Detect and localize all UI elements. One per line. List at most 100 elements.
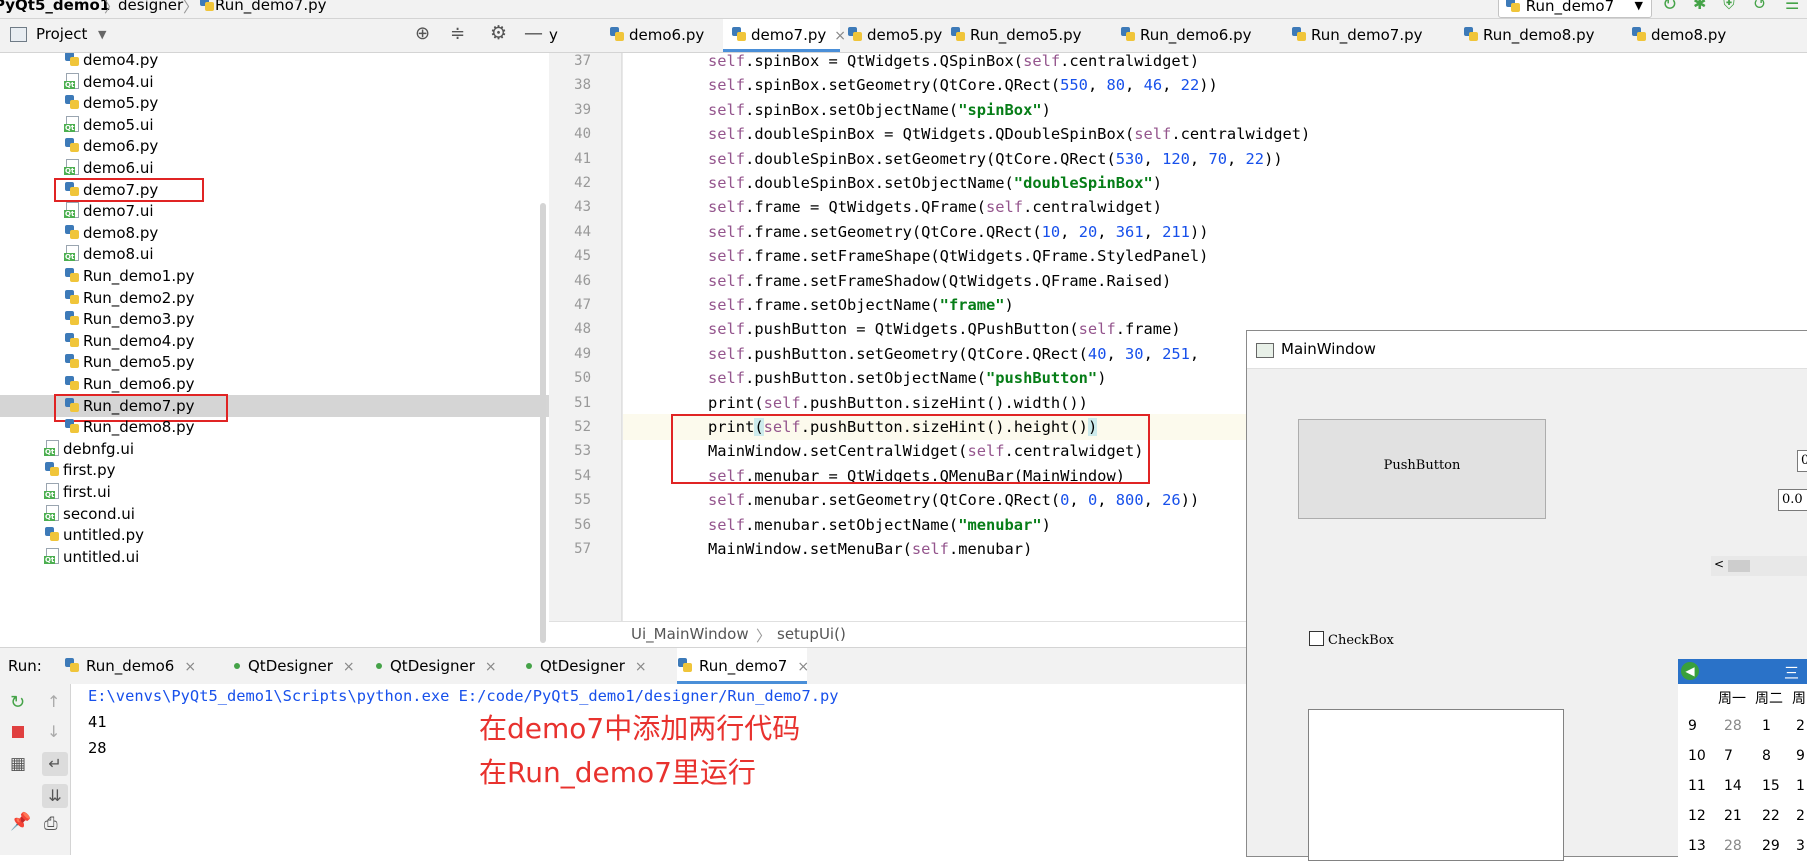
tree-item[interactable]: demo4.ui xyxy=(64,70,154,94)
calendar-day[interactable]: 7 xyxy=(1724,748,1733,764)
tab-label: demo7.py xyxy=(751,26,827,44)
run-tab[interactable]: QtDesigner × xyxy=(372,648,497,684)
editor-tab[interactable]: Run_demo5.py xyxy=(942,19,1097,52)
calendar-day[interactable]: 1 xyxy=(1796,778,1805,794)
project-title[interactable]: Project xyxy=(36,25,87,43)
code-token: .menubar) xyxy=(948,540,1033,558)
calendar-day[interactable]: 22 xyxy=(1762,808,1780,824)
editor-tab[interactable]: Run_demo8.py xyxy=(1455,19,1610,52)
collapse-all-icon[interactable]: ≑ xyxy=(450,23,465,44)
tree-scrollbar[interactable] xyxy=(540,203,546,643)
tree-item[interactable]: demo5.ui xyxy=(64,113,154,137)
breadcrumb-file[interactable]: Run_demo7.py xyxy=(199,0,327,14)
calendar-day[interactable]: 29 xyxy=(1762,838,1780,854)
spin-box[interactable]: 0 xyxy=(1797,450,1807,472)
tab-label: Run_demo7.py xyxy=(1311,26,1423,44)
calendar-day[interactable]: 2 xyxy=(1796,718,1805,734)
stop-icon[interactable] xyxy=(12,726,24,738)
gear-icon[interactable]: ⚙ xyxy=(490,22,507,44)
rerun-icon[interactable]: ↻ xyxy=(1662,0,1677,15)
coverage-icon[interactable]: ⛨ xyxy=(1723,0,1735,14)
editor-tab[interactable]: demo8.py xyxy=(1623,19,1733,52)
pin-icon[interactable]: 📌 xyxy=(10,812,31,832)
python-file-icon xyxy=(64,289,80,305)
breadcrumb-class[interactable]: Ui_MainWindow xyxy=(631,625,749,643)
scrollbar-thumb[interactable] xyxy=(1728,560,1750,572)
close-icon[interactable]: × xyxy=(797,659,809,675)
tree-item[interactable]: demo8.py xyxy=(64,221,158,245)
rerun-icon[interactable]: ↻ xyxy=(10,692,25,713)
run-tab[interactable]: QtDesigner × xyxy=(522,648,647,684)
code-token: self xyxy=(763,393,801,412)
close-icon[interactable]: × xyxy=(635,659,647,675)
tree-item[interactable]: first.py xyxy=(44,458,115,482)
run-tab[interactable]: Run_demo7 × xyxy=(677,648,809,684)
tree-item[interactable]: Run_demo3.py xyxy=(64,307,195,331)
tree-item-label: untitled.ui xyxy=(63,547,140,566)
calendar-day[interactable]: 1 xyxy=(1762,718,1771,734)
breadcrumb-folder[interactable]: designer xyxy=(118,0,183,14)
calendar-day[interactable]: 2 xyxy=(1796,808,1805,824)
run-tab[interactable]: QtDesigner × xyxy=(230,648,355,684)
tree-item[interactable]: untitled.ui xyxy=(44,545,139,569)
down-arrow-icon[interactable]: ↓ xyxy=(47,722,60,741)
calendar-day[interactable]: 3 xyxy=(1796,838,1805,854)
checkbox[interactable]: CheckBox xyxy=(1309,631,1394,648)
editor-tab[interactable]: Run_demo6.py xyxy=(1112,19,1267,52)
tree-item[interactable]: Run_demo5.py xyxy=(64,350,195,374)
concurrency-icon[interactable]: ☰ xyxy=(1785,0,1799,13)
close-icon[interactable]: × xyxy=(343,659,355,675)
calendar-day[interactable]: 15 xyxy=(1762,778,1780,794)
editor-tab[interactable]: demo6.py xyxy=(601,19,718,52)
tree-item[interactable]: Run_demo2.py xyxy=(64,286,195,310)
calendar-day[interactable]: 28 xyxy=(1724,838,1742,854)
soft-wrap-icon[interactable]: ↵ xyxy=(42,752,68,776)
chevron-down-icon[interactable]: ▼ xyxy=(98,28,106,41)
text-edit[interactable] xyxy=(1308,709,1564,861)
horizontal-scrollbar[interactable]: < xyxy=(1711,556,1807,576)
tree-item[interactable]: debnfg.ui xyxy=(44,437,134,461)
calendar-day[interactable]: 21 xyxy=(1724,808,1742,824)
profile-icon[interactable]: ↺ xyxy=(1753,0,1766,13)
tree-item[interactable]: Run_demo4.py xyxy=(64,329,195,353)
calendar-day[interactable]: 9 xyxy=(1796,748,1805,764)
tree-item[interactable]: Run_demo6.py xyxy=(64,372,195,396)
run-config-dropdown[interactable]: Run_demo7 ▼ xyxy=(1498,0,1652,18)
layout-icon[interactable]: ▦ xyxy=(10,754,26,774)
scroll-to-end-icon[interactable]: ⇊ xyxy=(42,784,68,808)
calendar-day[interactable]: 8 xyxy=(1762,748,1771,764)
run-tab[interactable]: Run_demo6 × xyxy=(64,648,205,684)
tree-item[interactable]: demo7.ui xyxy=(64,199,154,223)
tree-item[interactable]: demo6.py xyxy=(64,134,158,158)
up-arrow-icon[interactable]: ↑ xyxy=(47,692,60,711)
editor-tab[interactable]: demo7.py × xyxy=(723,19,846,52)
tree-item[interactable]: Run_demo1.py xyxy=(64,264,195,288)
tree-item[interactable]: second.ui xyxy=(44,502,135,526)
calendar-widget[interactable]: ◀ 三月 周一 周二周 9 28 1 2 10 7 8 9 11 14 15 1 12 21 22 2 13 28 2… xyxy=(1678,659,1807,859)
tree-item[interactable]: untitled.py xyxy=(44,523,144,547)
close-icon[interactable]: × xyxy=(485,659,497,675)
scroll-left-icon[interactable]: < xyxy=(1714,557,1724,571)
breadcrumb-project[interactable]: PyQt5_demo1 xyxy=(0,0,110,14)
print-icon[interactable]: ⎙ xyxy=(44,814,58,834)
debug-icon[interactable]: ✱ xyxy=(1693,0,1706,13)
calendar-day[interactable]: 28 xyxy=(1724,718,1742,734)
tree-item[interactable]: demo8.ui xyxy=(64,242,154,266)
calendar-day[interactable]: 14 xyxy=(1724,778,1742,794)
tree-item[interactable]: Run_demo8.py xyxy=(64,415,195,439)
editor-tab[interactable]: Run_demo7.py xyxy=(1283,19,1438,52)
previous-month-icon[interactable]: ◀ xyxy=(1681,662,1699,680)
code-token: 46 xyxy=(1143,76,1163,95)
locate-icon[interactable]: ⊕ xyxy=(415,23,430,44)
tree-item[interactable]: demo5.py xyxy=(64,91,158,115)
python-file-icon xyxy=(199,0,215,12)
qt-window-titlebar[interactable]: MainWindow xyxy=(1247,331,1807,369)
push-button[interactable]: PushButton xyxy=(1298,419,1546,519)
minimize-icon[interactable]: — xyxy=(524,22,543,44)
double-spin-box[interactable]: 0.0 xyxy=(1778,489,1807,511)
close-icon[interactable]: × xyxy=(184,659,196,675)
code-token: self xyxy=(708,174,746,192)
tree-item[interactable]: demo6.ui xyxy=(64,156,154,180)
breadcrumb-method[interactable]: setupUi() xyxy=(777,625,846,643)
tree-item[interactable]: first.ui xyxy=(44,480,111,504)
